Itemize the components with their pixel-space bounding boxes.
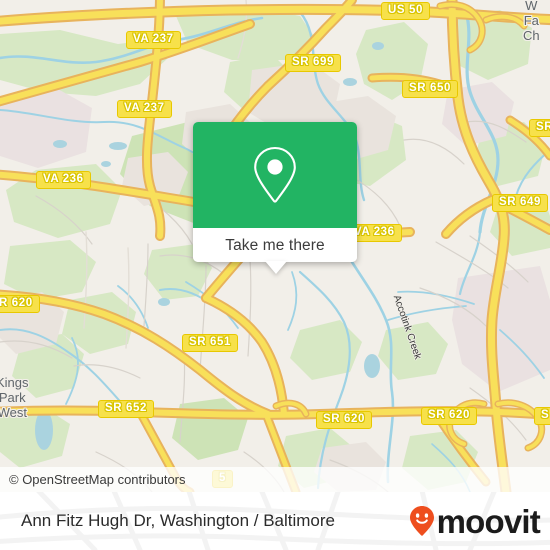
road-shield: SR 699 — [285, 54, 341, 72]
road-shield: S — [534, 407, 550, 425]
location-pin-icon — [254, 146, 296, 203]
footer-bar: Ann Fitz Hugh Dr, Washington / Baltimore… — [0, 492, 550, 550]
moovit-wordmark: moovit — [436, 502, 541, 540]
road-shield: VA 236 — [36, 171, 91, 189]
road-shield: SR 620 — [316, 411, 372, 429]
road-shield: VA 237 — [126, 31, 181, 49]
road-shield: SR 652 — [98, 400, 154, 418]
moovit-logo[interactable]: moovit — [408, 505, 550, 538]
location-popup-card[interactable]: Take me there — [193, 122, 357, 274]
road-shield: SR — [529, 119, 550, 137]
road-shield: VA 237 — [117, 100, 172, 118]
map-canvas[interactable]: .green { fill:#d7e8c4; } .green2 { fill:… — [0, 0, 550, 492]
take-me-there-label: Take me there — [225, 236, 325, 254]
osm-attribution-bar: © OpenStreetMap contributors — [0, 467, 550, 492]
road-shield: R 620 — [0, 295, 40, 313]
location-title: Ann Fitz Hugh Dr, Washington / Baltimore — [21, 511, 336, 530]
popup-pointer-tail — [265, 261, 287, 274]
popup-action-area[interactable]: Take me there — [193, 228, 357, 262]
road-shield: SR 649 — [492, 194, 548, 212]
popup-icon-area — [193, 122, 357, 228]
road-shield: SR 650 — [402, 80, 458, 98]
road-shield: SR 651 — [182, 334, 238, 352]
road-shield: SR 620 — [421, 407, 477, 425]
road-shield: US 50 — [381, 2, 430, 20]
moovit-smiling-pin-icon — [409, 506, 434, 536]
osm-attribution-text[interactable]: © OpenStreetMap contributors — [0, 472, 186, 487]
place-label-kings-park-west: Kings Park West — [0, 375, 29, 420]
moovit-map-screen: .green { fill:#d7e8c4; } .green2 { fill:… — [0, 0, 550, 550]
place-label-falls-church: W Fa Ch — [523, 0, 540, 43]
